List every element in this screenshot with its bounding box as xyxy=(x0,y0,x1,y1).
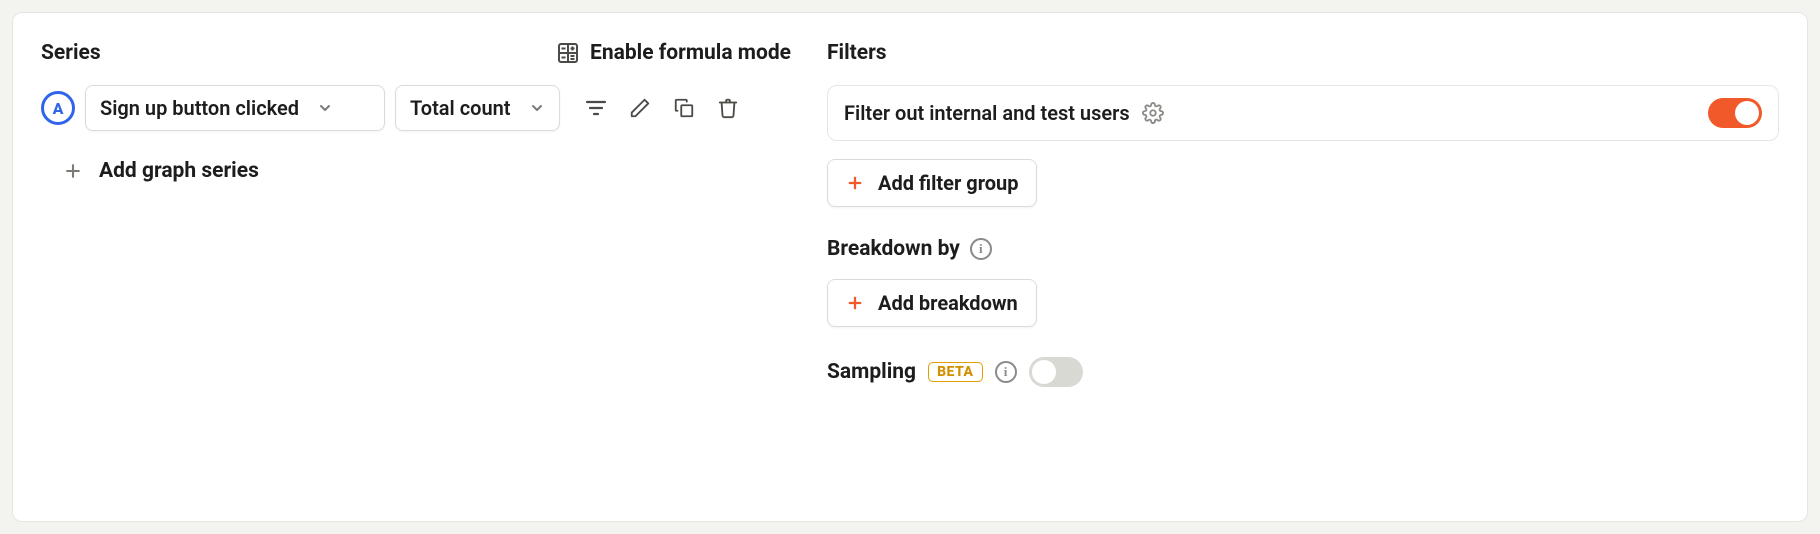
sampling-toggle[interactable] xyxy=(1029,357,1083,387)
active-filter-row[interactable]: Filter out internal and test users xyxy=(827,85,1779,141)
filters-column: Filters Filter out internal and test use… xyxy=(827,41,1779,501)
insight-config-panel: Series xyxy=(12,12,1808,522)
series-badge[interactable]: A xyxy=(41,91,75,125)
chevron-down-icon xyxy=(317,100,333,116)
series-event-label: Sign up button clicked xyxy=(100,96,299,120)
info-icon[interactable]: i xyxy=(970,238,992,260)
sampling-title: Sampling xyxy=(827,360,916,384)
series-agg-select[interactable]: Total count xyxy=(395,85,560,131)
plus-icon xyxy=(63,161,83,181)
add-series-label: Add graph series xyxy=(99,159,259,183)
active-filter-toggle[interactable] xyxy=(1708,98,1762,128)
rename-series-button[interactable] xyxy=(624,92,656,124)
info-icon[interactable]: i xyxy=(995,361,1017,383)
add-graph-series-button[interactable]: Add graph series xyxy=(41,159,791,183)
series-row: A Sign up button clicked Total count xyxy=(41,85,791,131)
filter-series-button[interactable] xyxy=(580,92,612,124)
delete-series-button[interactable] xyxy=(712,92,744,124)
filters-title: Filters xyxy=(827,41,1779,65)
series-agg-label: Total count xyxy=(410,96,511,120)
formula-icon xyxy=(556,41,580,65)
add-filter-group-button[interactable]: Add filter group xyxy=(827,159,1037,207)
add-breakdown-label: Add breakdown xyxy=(878,291,1018,315)
breakdown-title: Breakdown by xyxy=(827,237,960,261)
plus-icon xyxy=(846,294,864,312)
active-filter-label: Filter out internal and test users xyxy=(844,101,1130,125)
copy-icon xyxy=(673,97,695,119)
beta-badge: BETA xyxy=(928,362,982,382)
chevron-down-icon xyxy=(529,100,545,116)
add-breakdown-button[interactable]: Add breakdown xyxy=(827,279,1037,327)
gear-icon[interactable] xyxy=(1142,102,1164,124)
formula-label: Enable formula mode xyxy=(590,41,791,65)
plus-icon xyxy=(846,174,864,192)
add-filter-group-label: Add filter group xyxy=(878,171,1018,195)
pencil-icon xyxy=(629,97,651,119)
series-event-select[interactable]: Sign up button clicked xyxy=(85,85,385,131)
duplicate-series-button[interactable] xyxy=(668,92,700,124)
trash-icon xyxy=(717,97,739,119)
filter-icon xyxy=(584,96,608,120)
enable-formula-mode-button[interactable]: Enable formula mode xyxy=(556,41,791,65)
series-column: Series xyxy=(41,41,791,501)
series-title: Series xyxy=(41,41,101,65)
